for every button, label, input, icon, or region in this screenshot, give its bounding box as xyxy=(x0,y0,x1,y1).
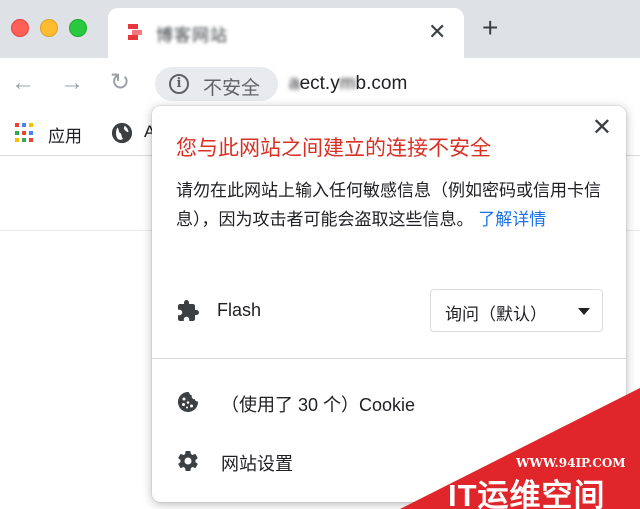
url-prefix: a xyxy=(289,73,300,94)
toolbar: ← → ↻ i 不安全 aect.ymb.com xyxy=(0,58,640,110)
security-label: 不安全 xyxy=(203,78,261,99)
tab-close-icon[interactable]: ✕ xyxy=(428,19,446,45)
watermark-brand: IT运维空间 xyxy=(448,478,606,509)
learn-more-link[interactable]: 了解详情 xyxy=(478,210,546,229)
watermark-url: WWW.94IP.COM xyxy=(516,456,626,470)
flash-permission-select[interactable]: 询问（默认） xyxy=(430,289,603,332)
forward-button[interactable]: → xyxy=(59,70,85,96)
flash-permission-value: 询问（默认） xyxy=(445,305,547,324)
popup-close-icon[interactable]: ✕ xyxy=(592,116,612,140)
popup-divider xyxy=(152,358,626,359)
site-settings-label: 网站设置 xyxy=(221,454,293,474)
active-tab[interactable]: 博客网站 ✕ xyxy=(108,8,464,58)
reload-button[interactable]: ↻ xyxy=(107,70,133,96)
flash-label: Flash xyxy=(217,300,262,320)
globe-icon[interactable] xyxy=(111,122,133,144)
cookie-icon xyxy=(178,392,198,412)
back-button[interactable]: ← xyxy=(10,70,36,96)
security-indicator-button[interactable]: i 不安全 xyxy=(155,67,278,101)
tab-title: 博客网站 xyxy=(156,26,228,45)
url-part: ect.y xyxy=(299,73,340,94)
new-tab-button[interactable]: + xyxy=(482,14,498,42)
gear-icon xyxy=(178,451,198,472)
info-icon: i xyxy=(169,74,189,94)
site-favicon-icon xyxy=(128,24,142,40)
url-suffix: b.com xyxy=(355,73,408,94)
dropdown-arrow-icon xyxy=(578,308,590,315)
cookie-label: （使用了 30 个）Cookie xyxy=(221,395,416,415)
apps-grid-icon[interactable] xyxy=(15,123,35,143)
maximize-window-button[interactable] xyxy=(69,19,87,37)
popup-description: 请勿在此网站上输入任何敏感信息（例如密码或信用卡信息），因为攻击者可能会盗取这些… xyxy=(176,176,604,234)
title-bar: 博客网站 ✕ + xyxy=(0,0,640,58)
bookmark-apps[interactable]: 应用 xyxy=(48,122,82,147)
minimize-window-button[interactable] xyxy=(40,19,58,37)
close-window-button[interactable] xyxy=(11,19,29,37)
url-mid: m xyxy=(339,73,356,94)
puzzle-icon xyxy=(178,300,199,321)
flash-permission-row: Flash 询问（默认） xyxy=(152,288,626,334)
popup-title: 您与此网站之间建立的连接不安全 xyxy=(176,137,491,160)
address-bar[interactable]: aect.ymb.com xyxy=(289,73,407,95)
